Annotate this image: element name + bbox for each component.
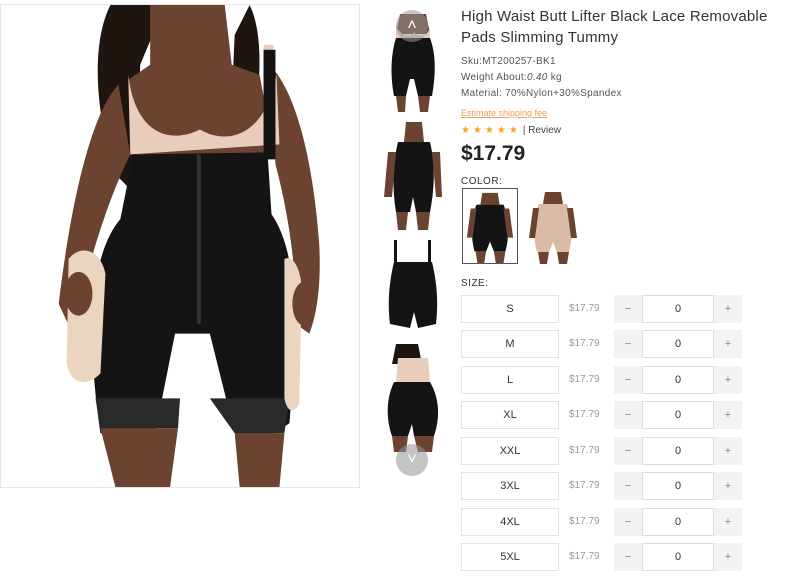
weight-unit: kg <box>547 72 562 83</box>
size-option-button[interactable]: M <box>461 330 559 358</box>
model-illustration <box>1 5 359 487</box>
quantity-input[interactable] <box>642 330 714 358</box>
thumbnail-2-image <box>378 122 448 230</box>
thumbnail-gallery: ˄ ˅ <box>378 4 448 484</box>
decrease-quantity-button[interactable]: − <box>614 295 642 323</box>
product-sku: Sku:MT200257-BK1 <box>461 56 556 67</box>
product-title-line2: Pads Slimming Tummy <box>461 29 619 46</box>
thumbnail-4[interactable] <box>378 344 448 452</box>
plus-icon: + <box>724 409 732 421</box>
increase-quantity-button[interactable]: + <box>714 401 742 429</box>
decrease-quantity-button[interactable]: − <box>614 437 642 465</box>
chevron-up-icon: ˄ <box>407 17 417 34</box>
increase-quantity-button[interactable]: + <box>714 330 742 358</box>
minus-icon: − <box>624 551 632 563</box>
thumbnail-2[interactable] <box>378 122 448 230</box>
minus-icon: − <box>624 480 632 492</box>
size-row: XL $17.79 − + <box>461 401 751 431</box>
thumbnails-down-button[interactable]: ˅ <box>396 444 428 476</box>
decrease-quantity-button[interactable]: − <box>614 330 642 358</box>
size-option-button[interactable]: XL <box>461 401 559 429</box>
color-swatch-black[interactable] <box>462 188 518 264</box>
product-weight: Weight About:0.40 kg <box>461 72 562 83</box>
quantity-input[interactable] <box>642 508 714 536</box>
thumbnail-4-image <box>378 344 448 452</box>
decrease-quantity-button[interactable]: − <box>614 508 642 536</box>
size-option-button[interactable]: S <box>461 295 559 323</box>
size-option-button[interactable]: L <box>461 366 559 394</box>
size-row: 5XL $17.79 − + <box>461 543 751 573</box>
decrease-quantity-button[interactable]: − <box>614 366 642 394</box>
color-swatch-black-image <box>463 189 517 263</box>
quantity-input[interactable] <box>642 401 714 429</box>
size-price: $17.79 <box>569 445 600 456</box>
plus-icon: + <box>724 516 732 528</box>
plus-icon: + <box>724 303 732 315</box>
quantity-input[interactable] <box>642 366 714 394</box>
quantity-input[interactable] <box>642 295 714 323</box>
minus-icon: − <box>624 303 632 315</box>
decrease-quantity-button[interactable]: − <box>614 472 642 500</box>
weight-value: 0.40 <box>526 72 548 83</box>
estimate-shipping-link[interactable]: Estimate shipping fee <box>461 108 547 118</box>
minus-icon: − <box>624 409 632 421</box>
product-rating[interactable]: ★★★★★ | Review <box>461 125 561 136</box>
size-price: $17.79 <box>569 374 600 385</box>
decrease-quantity-button[interactable]: − <box>614 543 642 571</box>
size-price: $17.79 <box>569 551 600 562</box>
size-row: L $17.79 − + <box>461 366 751 396</box>
plus-icon: + <box>724 445 732 457</box>
plus-icon: + <box>724 551 732 563</box>
size-price: $17.79 <box>569 338 600 349</box>
thumbnails-up-button[interactable]: ˄ <box>396 10 428 42</box>
star-rating-icon: ★★★★★ <box>461 125 521 136</box>
size-option-button[interactable]: XXL <box>461 437 559 465</box>
size-price: $17.79 <box>569 409 600 420</box>
size-row: 3XL $17.79 − + <box>461 472 751 502</box>
size-price: $17.79 <box>569 303 600 314</box>
product-title-line1: High Waist Butt Lifter Black Lace Remova… <box>461 8 768 25</box>
thumbnail-3-image <box>378 232 448 340</box>
product-material: Material: 70%Nylon+30%Spandex <box>461 88 622 99</box>
color-label: COLOR: <box>461 176 503 187</box>
increase-quantity-button[interactable]: + <box>714 295 742 323</box>
minus-icon: − <box>624 338 632 350</box>
main-product-image[interactable] <box>0 4 360 488</box>
thumbnail-3[interactable] <box>378 232 448 340</box>
increase-quantity-button[interactable]: + <box>714 508 742 536</box>
size-option-button[interactable]: 4XL <box>461 508 559 536</box>
minus-icon: − <box>624 445 632 457</box>
plus-icon: + <box>724 374 732 386</box>
minus-icon: − <box>624 516 632 528</box>
size-row: M $17.79 − + <box>461 330 751 360</box>
increase-quantity-button[interactable]: + <box>714 437 742 465</box>
increase-quantity-button[interactable]: + <box>714 366 742 394</box>
product-price: $17.79 <box>461 142 526 165</box>
quantity-input[interactable] <box>642 437 714 465</box>
quantity-input[interactable] <box>642 472 714 500</box>
size-option-button[interactable]: 3XL <box>461 472 559 500</box>
size-row: XXL $17.79 − + <box>461 437 751 467</box>
review-link[interactable]: | Review <box>523 125 561 136</box>
increase-quantity-button[interactable]: + <box>714 543 742 571</box>
size-row: S $17.79 − + <box>461 295 751 325</box>
size-price: $17.79 <box>569 516 600 527</box>
weight-label: Weight About: <box>461 72 527 83</box>
minus-icon: − <box>624 374 632 386</box>
size-option-button[interactable]: 5XL <box>461 543 559 571</box>
size-row: 4XL $17.79 − + <box>461 508 751 538</box>
size-label: SIZE: <box>461 278 489 289</box>
plus-icon: + <box>724 480 732 492</box>
product-title: High Waist Butt Lifter Black Lace Remova… <box>461 6 800 48</box>
color-swatch-nude[interactable] <box>525 188 581 264</box>
color-swatch-nude-image <box>525 188 581 264</box>
plus-icon: + <box>724 338 732 350</box>
size-price: $17.79 <box>569 480 600 491</box>
quantity-input[interactable] <box>642 543 714 571</box>
decrease-quantity-button[interactable]: − <box>614 401 642 429</box>
chevron-down-icon: ˅ <box>407 451 417 468</box>
increase-quantity-button[interactable]: + <box>714 472 742 500</box>
